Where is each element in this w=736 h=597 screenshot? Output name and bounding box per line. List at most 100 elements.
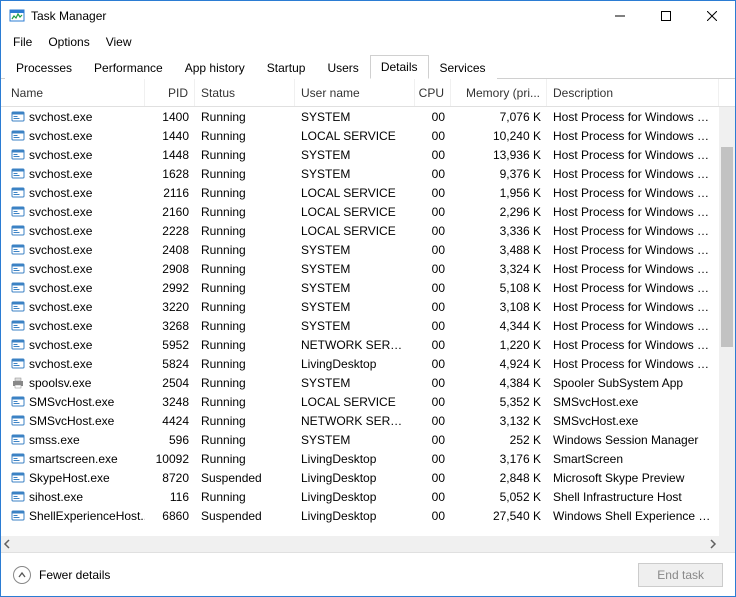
cell-status: Suspended	[195, 471, 295, 485]
cell-description: Host Process for Windows Serv	[547, 224, 719, 238]
col-header-cpu[interactable]: CPU	[415, 79, 451, 106]
tab-processes[interactable]: Processes	[5, 56, 83, 79]
end-task-button[interactable]: End task	[638, 563, 723, 587]
cell-cpu: 00	[415, 110, 451, 124]
cell-description: Windows Shell Experience Hos	[547, 509, 719, 523]
cell-user: LivingDesktop	[295, 452, 415, 466]
cell-name: svchost.exe	[29, 148, 92, 162]
table-row[interactable]: SkypeHost.exe8720SuspendedLivingDesktop0…	[1, 468, 719, 487]
scroll-left-icon[interactable]	[1, 538, 13, 550]
process-icon	[11, 281, 25, 295]
col-header-pid[interactable]: PID	[145, 79, 195, 106]
table-row[interactable]: svchost.exe1440RunningLOCAL SERVICE0010,…	[1, 126, 719, 145]
cell-pid: 6860	[145, 509, 195, 523]
cell-memory: 9,376 K	[451, 167, 547, 181]
cell-pid: 2408	[145, 243, 195, 257]
cell-description: Host Process for Windows Serv	[547, 129, 719, 143]
col-header-memory[interactable]: Memory (pri...	[451, 79, 547, 106]
table-row[interactable]: svchost.exe5952RunningNETWORK SERVICE001…	[1, 335, 719, 354]
close-button[interactable]	[689, 1, 735, 31]
cell-cpu: 00	[415, 281, 451, 295]
vertical-scrollbar-thumb[interactable]	[721, 147, 733, 347]
tab-app-history[interactable]: App history	[174, 56, 256, 79]
cell-name: svchost.exe	[29, 186, 92, 200]
cell-status: Running	[195, 281, 295, 295]
cell-memory: 3,324 K	[451, 262, 547, 276]
table-row[interactable]: svchost.exe5824RunningLivingDesktop004,9…	[1, 354, 719, 373]
table-row[interactable]: smss.exe596RunningSYSTEM00252 KWindows S…	[1, 430, 719, 449]
process-icon	[11, 243, 25, 257]
cell-user: SYSTEM	[295, 300, 415, 314]
cell-pid: 8720	[145, 471, 195, 485]
table-row[interactable]: svchost.exe2908RunningSYSTEM003,324 KHos…	[1, 259, 719, 278]
cell-memory: 7,076 K	[451, 110, 547, 124]
cell-status: Running	[195, 300, 295, 314]
maximize-button[interactable]	[643, 1, 689, 31]
titlebar-left: Task Manager	[9, 8, 106, 24]
cell-memory: 4,924 K	[451, 357, 547, 371]
cell-name: smartscreen.exe	[29, 452, 118, 466]
cell-name: svchost.exe	[29, 338, 92, 352]
table-row[interactable]: SMSvcHost.exe4424RunningNETWORK SERVICE0…	[1, 411, 719, 430]
cell-description: Host Process for Windows Serv	[547, 167, 719, 181]
table-row[interactable]: svchost.exe1400RunningSYSTEM007,076 KHos…	[1, 107, 719, 126]
cell-cpu: 00	[415, 243, 451, 257]
cell-user: LOCAL SERVICE	[295, 186, 415, 200]
table-row[interactable]: svchost.exe1448RunningSYSTEM0013,936 KHo…	[1, 145, 719, 164]
task-manager-window: Task Manager File Options View Processes…	[0, 0, 736, 597]
process-icon	[11, 167, 25, 181]
scroll-right-icon[interactable]	[707, 538, 719, 550]
cell-cpu: 00	[415, 414, 451, 428]
tab-performance[interactable]: Performance	[83, 56, 174, 79]
table-row[interactable]: smartscreen.exe10092RunningLivingDesktop…	[1, 449, 719, 468]
table-row[interactable]: svchost.exe3220RunningSYSTEM003,108 KHos…	[1, 297, 719, 316]
col-header-status[interactable]: Status	[195, 79, 295, 106]
table-row[interactable]: SMSvcHost.exe3248RunningLOCAL SERVICE005…	[1, 392, 719, 411]
tab-users[interactable]: Users	[316, 56, 369, 79]
col-header-user[interactable]: User name	[295, 79, 415, 106]
table-row[interactable]: svchost.exe3268RunningSYSTEM004,344 KHos…	[1, 316, 719, 335]
cell-name: svchost.exe	[29, 243, 92, 257]
horizontal-scrollbar[interactable]	[1, 536, 719, 552]
cell-memory: 5,352 K	[451, 395, 547, 409]
fewer-details-button[interactable]: Fewer details	[13, 566, 110, 584]
cell-user: LivingDesktop	[295, 490, 415, 504]
menu-options[interactable]: Options	[40, 33, 97, 51]
menu-view[interactable]: View	[98, 33, 140, 51]
cell-description: Host Process for Windows Serv	[547, 243, 719, 257]
col-header-name[interactable]: Name	[5, 79, 145, 106]
vertical-scrollbar[interactable]	[719, 107, 735, 536]
table-row[interactable]: svchost.exe2160RunningLOCAL SERVICE002,2…	[1, 202, 719, 221]
cell-cpu: 00	[415, 148, 451, 162]
table-row[interactable]: svchost.exe2116RunningLOCAL SERVICE001,9…	[1, 183, 719, 202]
table-row[interactable]: svchost.exe2408RunningSYSTEM003,488 KHos…	[1, 240, 719, 259]
cell-user: SYSTEM	[295, 319, 415, 333]
minimize-button[interactable]	[597, 1, 643, 31]
process-icon	[11, 148, 25, 162]
table-row[interactable]: ShellExperienceHost....6860SuspendedLivi…	[1, 506, 719, 525]
cell-name: SMSvcHost.exe	[29, 414, 114, 428]
menu-file[interactable]: File	[5, 33, 40, 51]
table-row[interactable]: sihost.exe116RunningLivingDesktop005,052…	[1, 487, 719, 506]
col-header-description[interactable]: Description	[547, 79, 719, 106]
cell-pid: 1628	[145, 167, 195, 181]
tab-startup[interactable]: Startup	[256, 56, 317, 79]
cell-pid: 116	[145, 490, 195, 504]
table-row[interactable]: svchost.exe1628RunningSYSTEM009,376 KHos…	[1, 164, 719, 183]
cell-memory: 27,540 K	[451, 509, 547, 523]
table-row[interactable]: svchost.exe2992RunningSYSTEM005,108 KHos…	[1, 278, 719, 297]
table-row[interactable]: svchost.exe2228RunningLOCAL SERVICE003,3…	[1, 221, 719, 240]
cell-status: Running	[195, 205, 295, 219]
cell-description: Host Process for Windows Serv	[547, 148, 719, 162]
process-icon	[11, 338, 25, 352]
cell-status: Running	[195, 490, 295, 504]
window-title: Task Manager	[31, 9, 106, 23]
cell-status: Running	[195, 148, 295, 162]
table-row[interactable]: spoolsv.exe2504RunningSYSTEM004,384 KSpo…	[1, 373, 719, 392]
cell-memory: 3,488 K	[451, 243, 547, 257]
cell-cpu: 00	[415, 433, 451, 447]
tab-services[interactable]: Services	[429, 56, 497, 79]
cell-memory: 3,176 K	[451, 452, 547, 466]
process-icon	[11, 129, 25, 143]
tab-details[interactable]: Details	[370, 55, 429, 79]
